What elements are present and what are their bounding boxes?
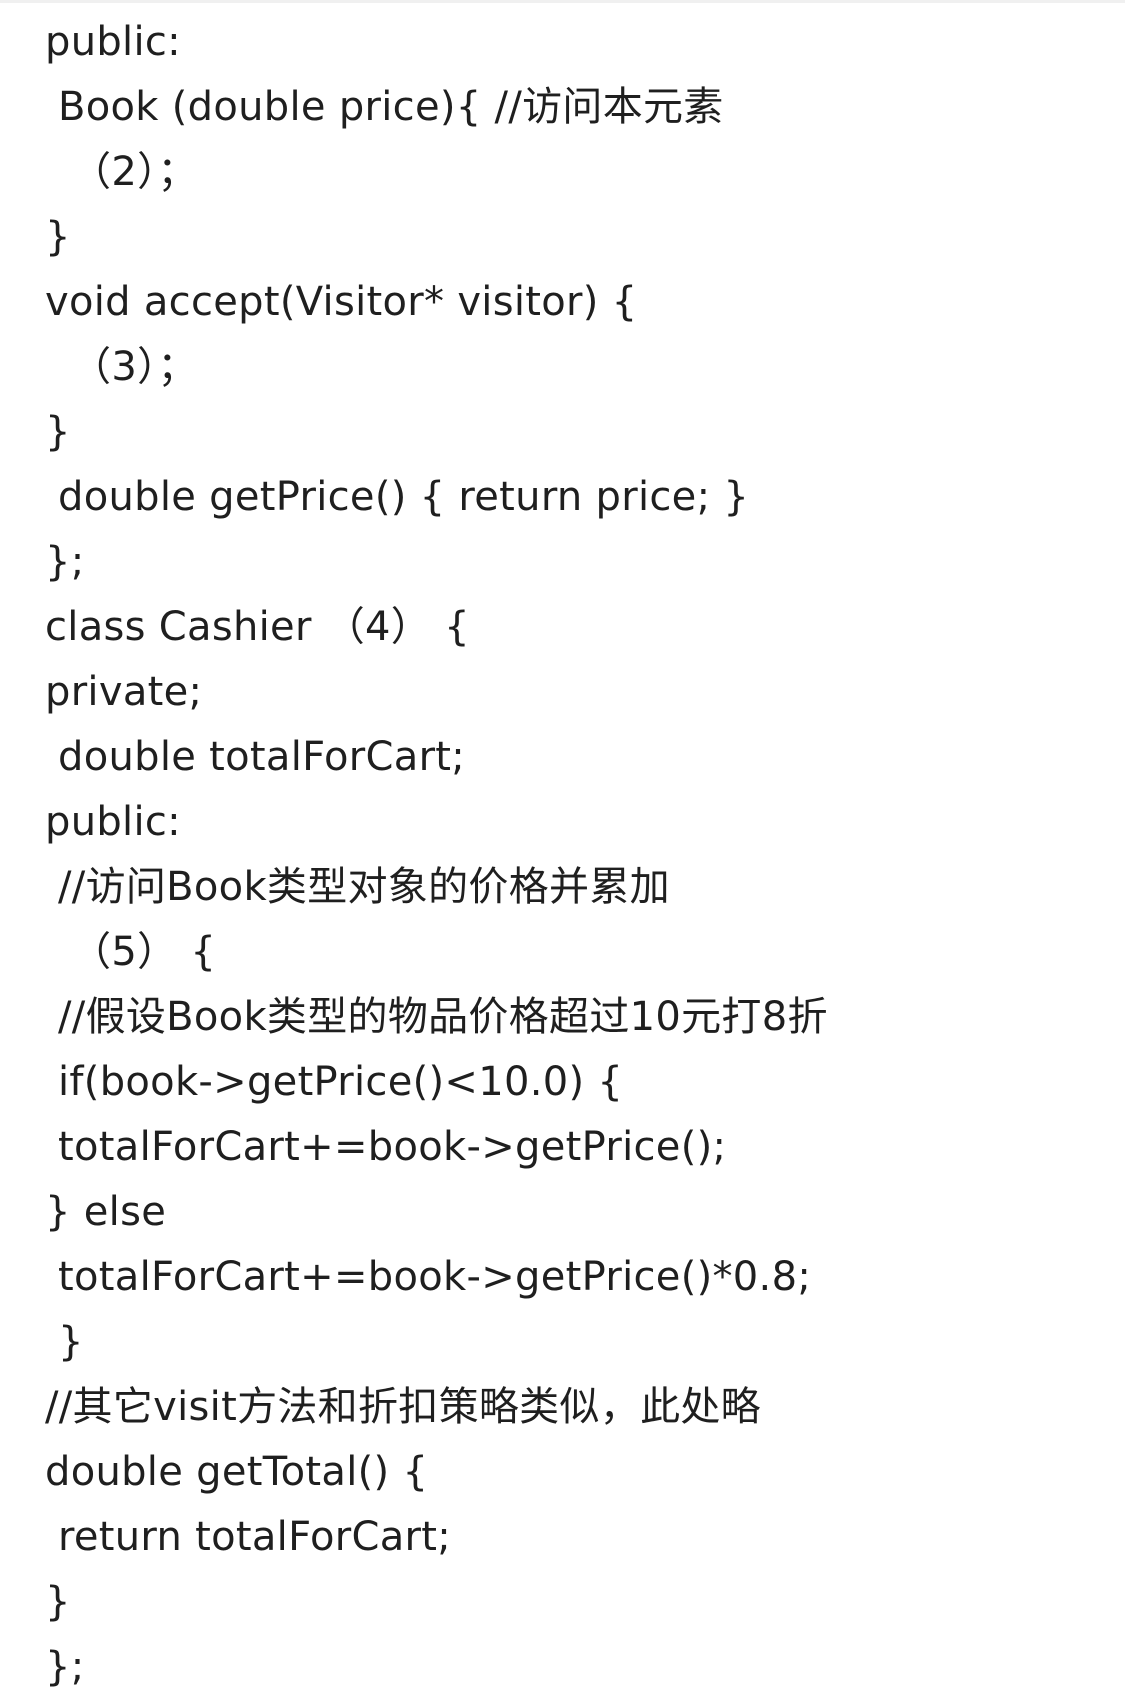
code-line: }; <box>45 1644 85 1690</box>
code-line: （2）； <box>45 149 198 195</box>
code-line: class Cashier （4） { <box>45 604 470 650</box>
code-line: } <box>45 1579 71 1625</box>
code-line: double getPrice() { return price; } <box>45 474 750 520</box>
code-line: Book (double price){ //访问本元素 <box>45 84 724 130</box>
code-line: if(book->getPrice()<10.0) { <box>45 1059 624 1105</box>
code-line: double totalForCart; <box>45 734 466 780</box>
code-line: public: <box>45 19 181 65</box>
code-line: } <box>45 409 71 455</box>
code-line: //访问Book类型对象的价格并累加 <box>45 864 670 910</box>
code-line: （5） { <box>45 929 217 975</box>
code-document: public: Book (double price){ //访问本元素 （2）… <box>45 10 1105 1700</box>
code-line: //假设Book类型的物品价格超过10元打8折 <box>45 994 828 1040</box>
code-line: totalForCart+=book->getPrice()*0.8; <box>45 1254 812 1300</box>
top-divider <box>0 0 1125 3</box>
code-line: private; <box>45 669 203 715</box>
code-line: }; <box>45 539 85 585</box>
code-line: //其它visit方法和折扣策略类似，此处略 <box>45 1384 761 1430</box>
code-line: void accept(Visitor* visitor) { <box>45 279 638 325</box>
code-line: totalForCart+=book->getPrice(); <box>45 1124 727 1170</box>
code-line: double getTotal() { <box>45 1449 429 1495</box>
code-line: （3）； <box>45 344 198 390</box>
code-line: return totalForCart; <box>45 1514 452 1560</box>
code-line: public: <box>45 799 181 845</box>
code-line: } <box>45 214 71 260</box>
code-line: } <box>45 1319 84 1365</box>
code-line: } else <box>45 1189 167 1235</box>
